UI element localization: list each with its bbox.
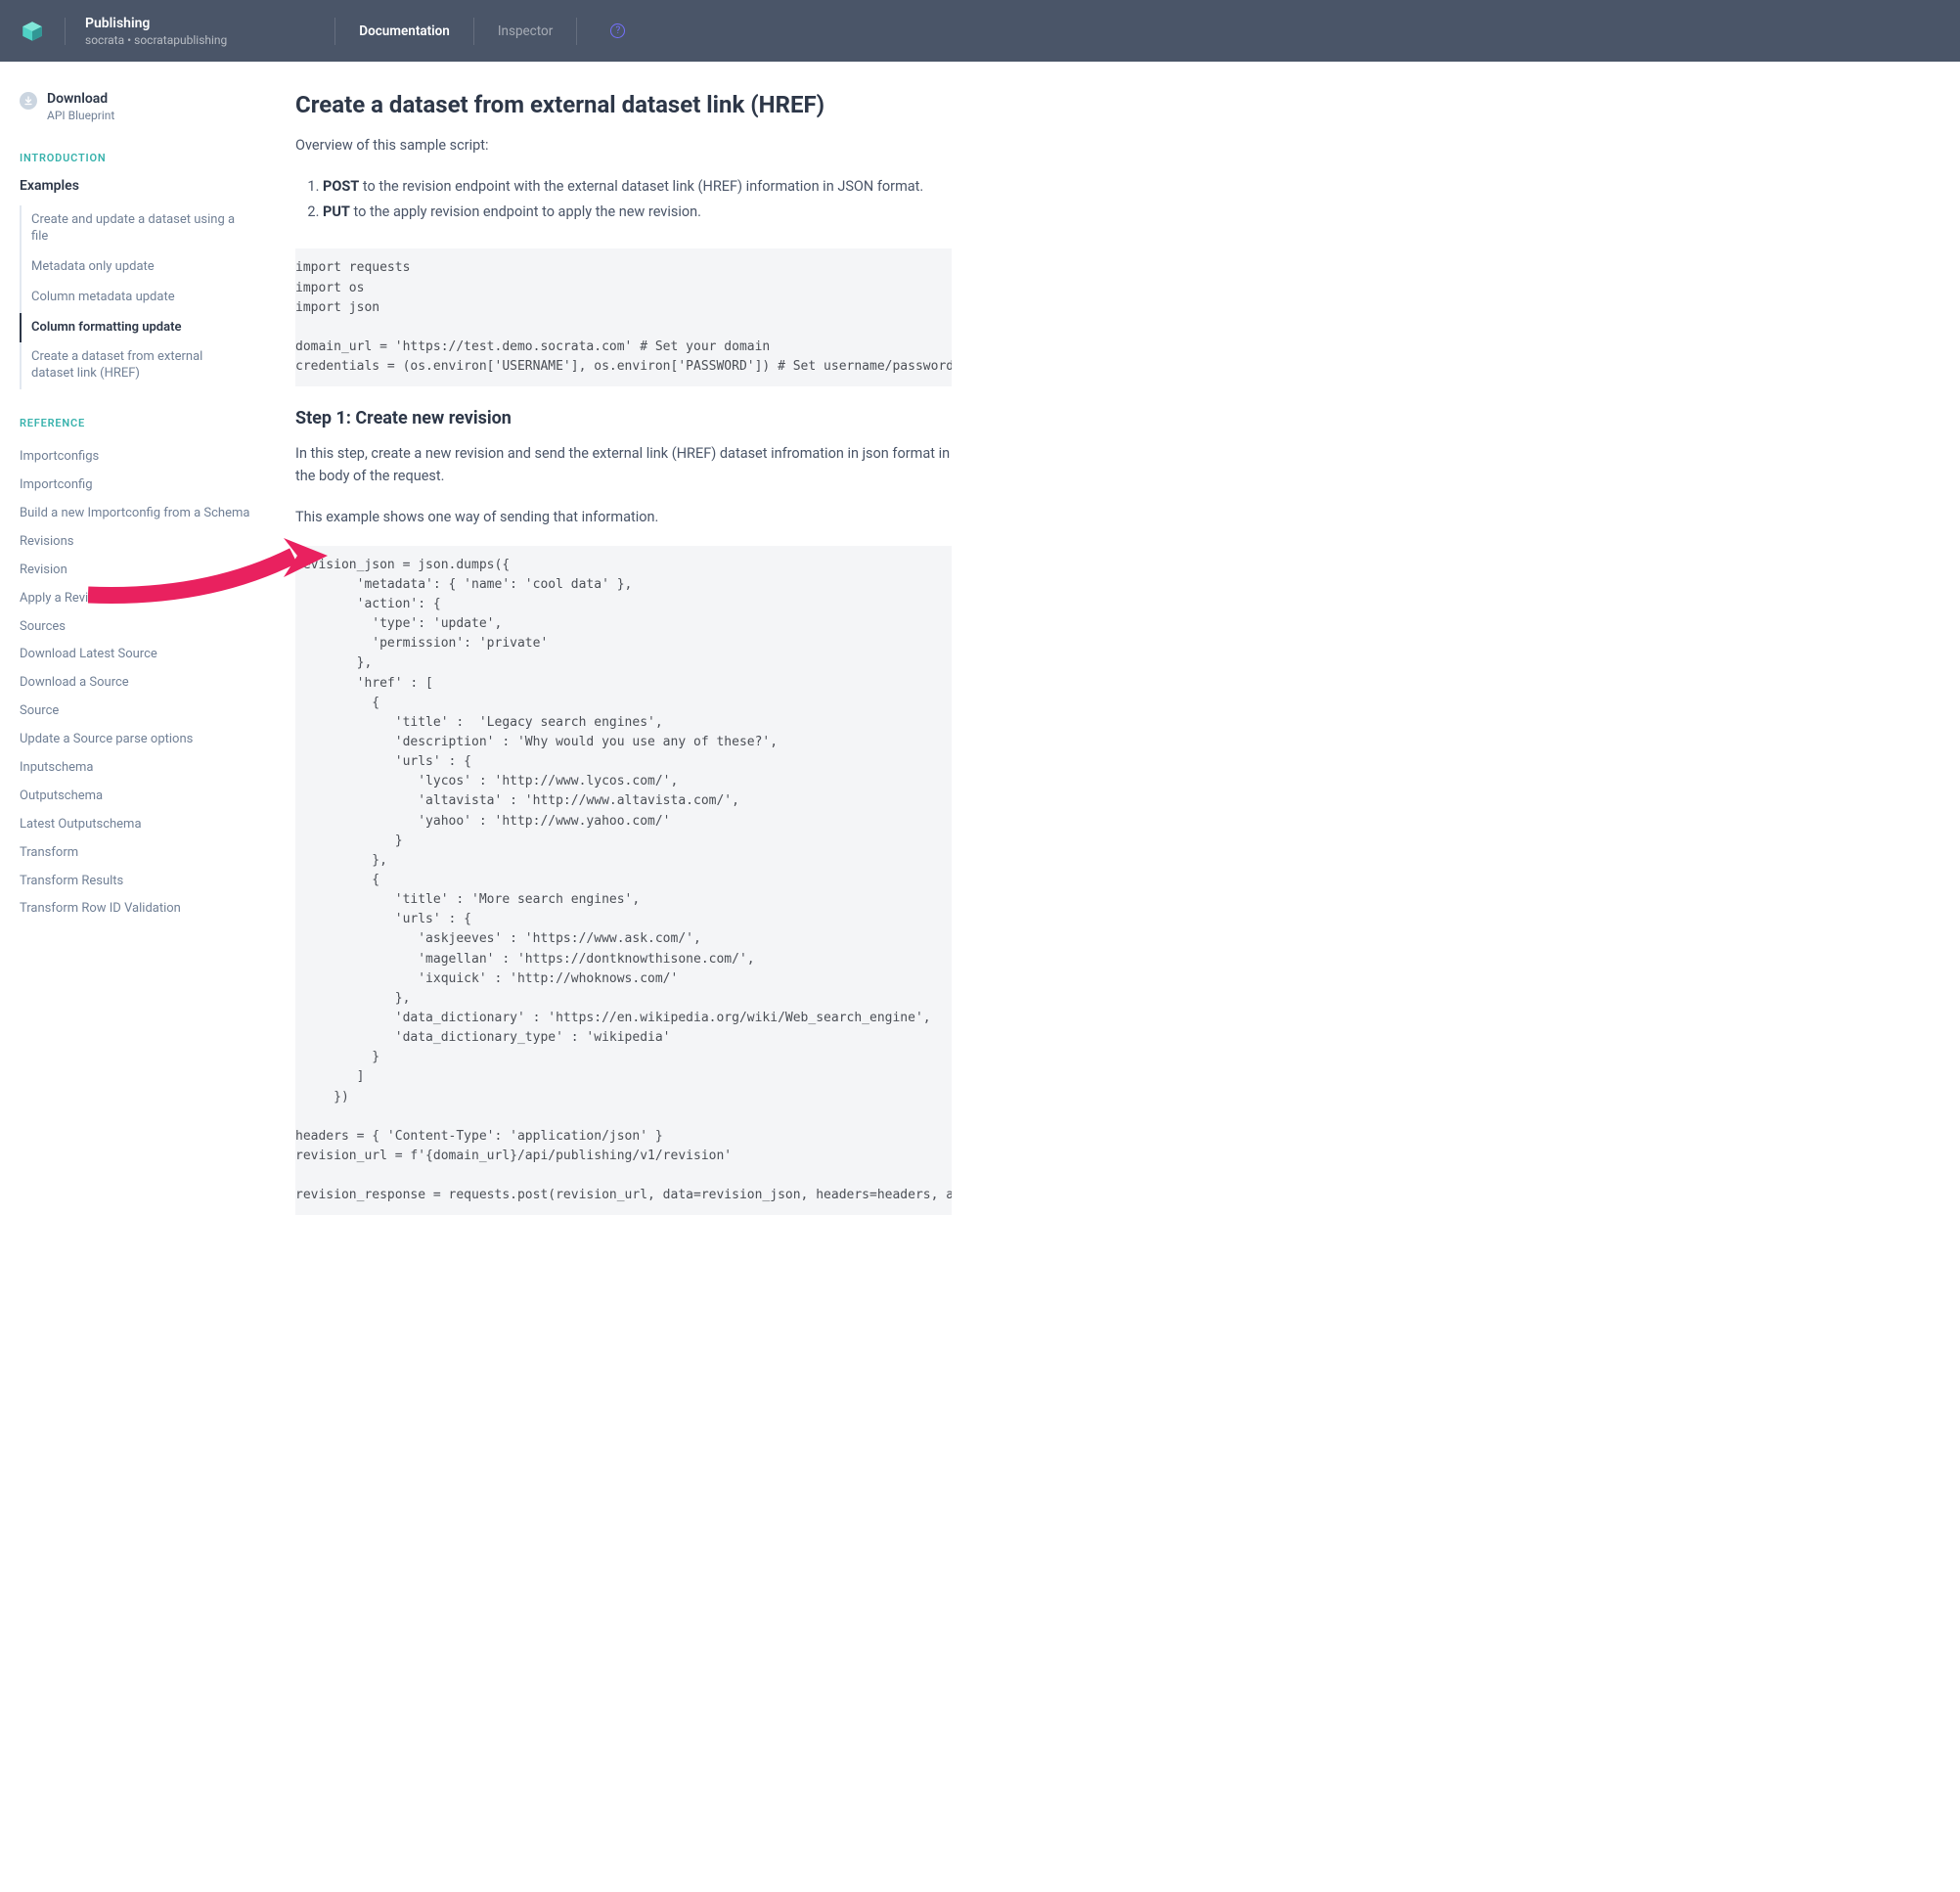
sidebar-item-example[interactable]: Create and update a dataset using a file [22, 205, 254, 252]
tab-documentation[interactable]: Documentation [359, 3, 450, 60]
title-block: Publishing socrata • socratapublishing [85, 16, 227, 47]
tab-inspector[interactable]: Inspector [498, 3, 553, 60]
sidebar-item-example[interactable]: Column metadata update [22, 283, 254, 313]
divider [576, 18, 577, 45]
reference-list: Importconfigs Importconfig Build a new I… [20, 443, 254, 923]
sidebar-item-example[interactable]: Metadata only update [22, 252, 254, 283]
steps-list: POST to the revision endpoint with the e… [295, 174, 952, 225]
sidebar-item-ref[interactable]: Latest Outputschema [20, 811, 254, 839]
sidebar-item-ref[interactable]: Importconfig [20, 472, 254, 500]
step-heading: Step 1: Create new revision [295, 408, 952, 428]
step-text: to the apply revision endpoint to apply … [350, 203, 701, 220]
examples-heading[interactable]: Examples [20, 178, 254, 194]
help-icon[interactable]: ? [610, 23, 625, 38]
app-title: Publishing [85, 16, 227, 31]
step-verb: PUT [323, 203, 350, 220]
introduction-label: INTRODUCTION [20, 152, 254, 164]
sidebar-item-ref[interactable]: Apply a Revision [20, 585, 254, 613]
step-verb: POST [323, 178, 359, 195]
sidebar-item-ref[interactable]: Transform Results [20, 868, 254, 896]
reference-label: REFERENCE [20, 417, 254, 429]
step-text: to the revision endpoint with the extern… [359, 178, 923, 195]
sidebar-item-ref[interactable]: Transform [20, 839, 254, 868]
overview-text: Overview of this sample script: [295, 134, 952, 157]
divider [65, 18, 66, 45]
download-title: Download [47, 91, 114, 107]
code-block-revision[interactable]: revision_json = json.dumps({ 'metadata':… [295, 546, 952, 1216]
app-header: Publishing socrata • socratapublishing D… [0, 0, 1960, 62]
sidebar-item-ref[interactable]: Outputschema [20, 783, 254, 811]
sidebar-item-ref[interactable]: Revisions [20, 528, 254, 557]
main-content: Create a dataset from external dataset l… [274, 62, 973, 1266]
sidebar-item-ref[interactable]: Transform Row ID Validation [20, 895, 254, 923]
code-block-imports[interactable]: import requests import os import json do… [295, 248, 952, 386]
sidebar-item-ref[interactable]: Source [20, 698, 254, 726]
sidebar-item-ref[interactable]: Revision [20, 557, 254, 585]
download-sub: API Blueprint [47, 109, 114, 122]
sidebar-item-ref[interactable]: Inputschema [20, 754, 254, 783]
sidebar-item-ref[interactable]: Importconfigs [20, 443, 254, 472]
app-subtitle: socrata • socratapublishing [85, 33, 227, 47]
step-desc-2: This example shows one way of sending th… [295, 506, 952, 528]
sidebar-item-example[interactable]: Create a dataset from external dataset l… [22, 342, 254, 389]
sidebar-item-ref[interactable]: Build a new Importconfig from a Schema [20, 500, 254, 528]
sidebar-item-ref[interactable]: Update a Source parse options [20, 726, 254, 754]
sidebar-item-ref[interactable]: Download Latest Source [20, 641, 254, 669]
sidebar-item-example-active[interactable]: Column formatting update [20, 313, 254, 343]
sidebar-item-ref[interactable]: Download a Source [20, 669, 254, 698]
divider [334, 18, 335, 45]
logo-icon [20, 19, 45, 44]
nav-tabs: Documentation Inspector ? [334, 3, 625, 60]
sidebar-item-ref[interactable]: Sources [20, 613, 254, 642]
step-item: PUT to the apply revision endpoint to ap… [323, 200, 952, 225]
page-title: Create a dataset from external dataset l… [295, 91, 952, 118]
step-desc-1: In this step, create a new revision and … [295, 442, 952, 487]
sidebar: Download API Blueprint INTRODUCTION Exam… [0, 62, 274, 1266]
divider [473, 18, 474, 45]
download-icon [20, 92, 37, 110]
examples-list: Create and update a dataset using a file… [20, 205, 254, 389]
step-item: POST to the revision endpoint with the e… [323, 174, 952, 200]
download-row[interactable]: Download API Blueprint [20, 91, 254, 122]
